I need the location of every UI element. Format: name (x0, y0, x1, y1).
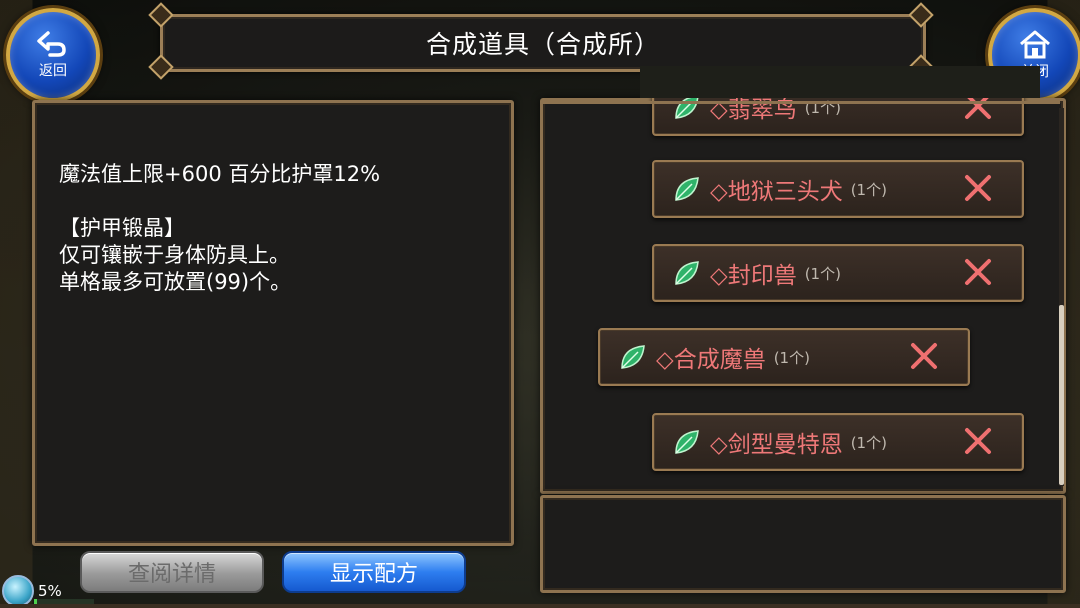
material-name: ◇剑型曼特恩 (710, 432, 843, 458)
energy-orb-icon (2, 575, 34, 607)
description-line: 仅可镶嵌于身体防具上。 (59, 243, 290, 267)
back-button[interactable]: 返回 (6, 8, 100, 102)
scrollbar-thumb[interactable] (1059, 305, 1064, 485)
back-button-label: 返回 (39, 63, 67, 79)
material-name: ◇地狱三头犬 (710, 179, 843, 205)
description-line: 【护甲锻晶】 (59, 216, 185, 240)
close-icon[interactable] (908, 340, 940, 372)
material-list-item[interactable]: ◇地狱三头犬 (1个) (652, 160, 1024, 218)
item-description: 魔法值上限+600 百分比护罩12% 【护甲锻晶】 仅可镶嵌于身体防具上。 单格… (59, 161, 380, 296)
leaf-icon (675, 430, 699, 454)
description-line: 单格最多可放置(99)个。 (59, 270, 292, 294)
show-recipe-button[interactable]: 显示配方 (282, 551, 466, 593)
back-arrow-icon (37, 31, 66, 57)
item-description-panel: 魔法值上限+600 百分比护罩12% 【护甲锻晶】 仅可镶嵌于身体防具上。 单格… (32, 100, 514, 546)
list-clip-mask (640, 66, 1040, 98)
status-percent: 5% (38, 582, 62, 600)
leaf-icon (675, 261, 699, 285)
result-panel (540, 495, 1066, 593)
view-details-button[interactable]: 查阅详情 (80, 551, 264, 593)
material-name: ◇封印兽 (710, 263, 797, 289)
material-name: ◇合成魔兽 (656, 347, 766, 373)
page-title: 合成道具（合成所） (425, 30, 660, 59)
material-qty: (1个) (850, 433, 887, 452)
leaf-icon (675, 177, 699, 201)
close-icon[interactable] (962, 172, 994, 204)
leaf-icon (621, 345, 645, 369)
material-qty: (1个) (804, 264, 841, 283)
home-icon (1020, 30, 1050, 59)
material-qty: (1个) (773, 348, 810, 367)
material-list-item[interactable]: ◇封印兽 (1个) (652, 244, 1024, 302)
close-icon[interactable] (962, 425, 994, 457)
description-line: 魔法值上限+600 百分比护罩12% (59, 162, 381, 186)
close-icon[interactable] (962, 256, 994, 288)
material-list-item-selected[interactable]: ◇合成魔兽 (1个) (598, 328, 970, 386)
material-list-item[interactable]: ◇剑型曼特恩 (1个) (652, 413, 1024, 471)
material-qty: (1个) (850, 180, 887, 199)
footer-border (0, 604, 1080, 608)
